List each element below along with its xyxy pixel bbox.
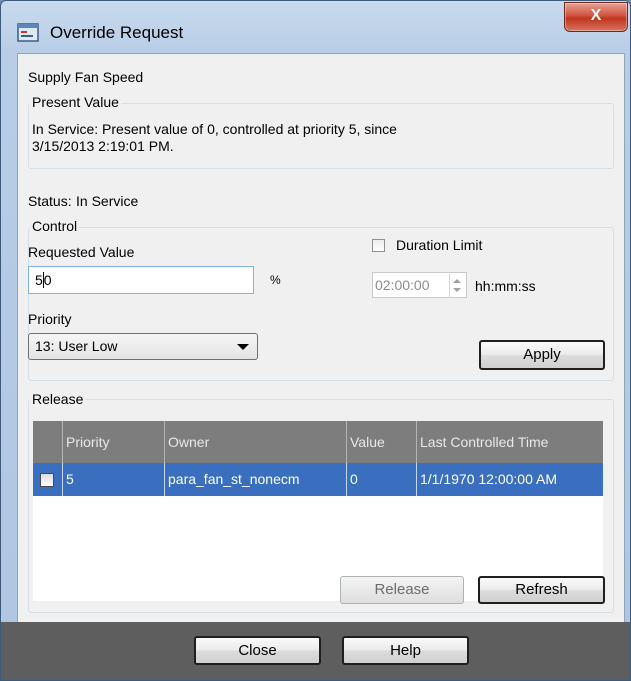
priority-select[interactable]: 13: User Low	[28, 333, 258, 360]
status-value: In Service	[76, 193, 139, 209]
cell-value: 0	[346, 463, 416, 496]
requested-value-input[interactable]: 50	[28, 266, 254, 294]
requested-value-text-start: 5	[35, 272, 43, 288]
cell-owner: para_fan_st_nonecm	[164, 463, 346, 496]
percent-unit: %	[270, 273, 281, 287]
requested-value-text-end: 0	[43, 272, 52, 288]
duration-limit-checkbox[interactable]	[372, 239, 385, 252]
column-header-priority[interactable]: Priority	[62, 421, 164, 463]
spin-down-icon[interactable]	[453, 288, 461, 292]
window-title: Override Request	[50, 23, 184, 42]
column-header-last-controlled-time[interactable]: Last Controlled Time	[416, 421, 603, 463]
column-header-owner[interactable]: Owner	[164, 421, 346, 463]
table-header: Priority Owner Value Last Controlled Tim…	[33, 421, 603, 463]
help-button[interactable]: Help	[342, 636, 469, 665]
release-title: Release	[30, 391, 86, 407]
close-button[interactable]: Close	[194, 636, 321, 665]
point-name: Supply Fan Speed	[28, 69, 144, 85]
cell-last-controlled-time: 1/1/1970 12:00:00 AM	[416, 463, 603, 496]
duration-spinner[interactable]	[449, 274, 465, 298]
duration-input[interactable]: 02:00:00	[372, 272, 467, 298]
window-close-button[interactable]: X	[564, 2, 628, 32]
priority-label: Priority	[28, 311, 72, 327]
table-row[interactable]: 5 para_fan_st_nonecm 0 1/1/1970 12:00:00…	[33, 463, 603, 496]
close-icon: X	[590, 7, 602, 24]
row-select-checkbox[interactable]	[40, 473, 54, 487]
present-value-line2: 3/15/2013 2:19:01 PM.	[32, 138, 174, 154]
dialog-footer: Close Help	[1, 622, 630, 680]
present-value-line1: In Service: Present value of 0, controll…	[32, 121, 397, 137]
override-request-window: Override Request X Supply Fan Speed Pres…	[0, 0, 631, 681]
apply-button[interactable]: Apply	[479, 340, 605, 370]
priority-selected-value: 13: User Low	[35, 338, 118, 354]
present-value-title: Present Value	[30, 94, 121, 110]
requested-value-label: Requested Value	[28, 244, 135, 260]
release-button[interactable]: Release	[340, 576, 464, 604]
refresh-button[interactable]: Refresh	[478, 576, 605, 604]
title-bar[interactable]: Override Request X	[1, 1, 630, 53]
cell-priority: 5	[62, 463, 164, 496]
chevron-down-icon	[237, 344, 249, 350]
release-table: Priority Owner Value Last Controlled Tim…	[33, 421, 603, 601]
app-icon	[17, 23, 39, 42]
duration-limit-label[interactable]: Duration Limit	[396, 237, 482, 253]
spin-up-icon[interactable]	[453, 279, 461, 283]
control-title: Control	[30, 218, 80, 234]
column-header-value[interactable]: Value	[346, 421, 416, 463]
dialog-client-area: Supply Fan Speed Present Value In Servic…	[17, 53, 625, 623]
duration-value: 02:00:00	[375, 277, 430, 293]
duration-unit-label: hh:mm:ss	[475, 278, 536, 294]
status-label: Status:	[28, 193, 72, 209]
